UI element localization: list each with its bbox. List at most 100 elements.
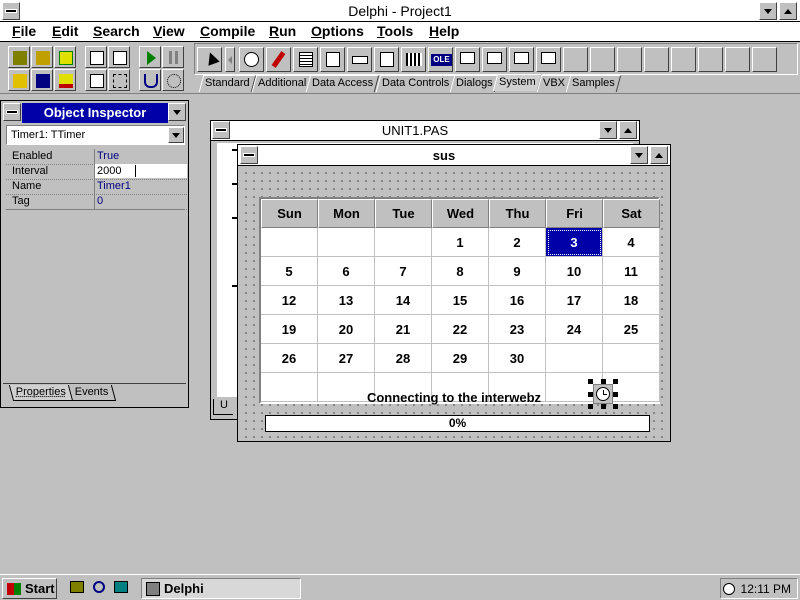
calendar-day-cell[interactable]: 10 bbox=[546, 257, 603, 286]
menu-tools[interactable]: Tools bbox=[377, 23, 413, 39]
selection-handle[interactable] bbox=[601, 404, 606, 409]
calendar-day-selected[interactable]: 3 bbox=[546, 228, 603, 257]
quicklaunch-search[interactable] bbox=[90, 578, 108, 596]
calendar-day-cell[interactable]: 13 bbox=[318, 286, 375, 315]
calendar-day-cell[interactable]: 18 bbox=[603, 286, 660, 315]
calendar-day-cell[interactable]: 27 bbox=[318, 344, 375, 373]
select-form-button[interactable] bbox=[108, 46, 130, 68]
form-design-surface[interactable]: Sun Mon Tue Wed Thu Fri Sat 1 2 3 4 5 6 … bbox=[240, 167, 668, 439]
calendar-day-cell[interactable]: 22 bbox=[432, 315, 489, 344]
selection-handle[interactable] bbox=[613, 392, 618, 397]
menu-help[interactable]: Help bbox=[429, 23, 459, 39]
menu-options[interactable]: Options bbox=[311, 23, 364, 39]
selection-handle[interactable] bbox=[613, 379, 618, 384]
trace-into-button[interactable] bbox=[162, 69, 184, 91]
calendar-day-cell[interactable] bbox=[603, 344, 660, 373]
calendar-day-cell[interactable] bbox=[546, 344, 603, 373]
calendar-day-cell[interactable]: 1 bbox=[432, 228, 489, 257]
calendar-day-cell[interactable]: 12 bbox=[261, 286, 318, 315]
selection-handle[interactable] bbox=[588, 379, 593, 384]
mediaplayer-component-button[interactable] bbox=[401, 47, 426, 72]
calendar-day-cell[interactable]: 29 bbox=[432, 344, 489, 373]
form-system-menu-button[interactable] bbox=[240, 146, 258, 164]
palette-tab-samples[interactable]: Samples bbox=[565, 75, 622, 92]
calendar-day-cell[interactable] bbox=[375, 228, 432, 257]
ddeserveritem-component-button[interactable] bbox=[536, 47, 561, 72]
selection-handle[interactable] bbox=[601, 379, 606, 384]
calendar-day-cell[interactable]: 5 bbox=[261, 257, 318, 286]
filtercombobox-component-button[interactable] bbox=[374, 47, 399, 72]
pause-button[interactable] bbox=[162, 46, 184, 68]
calendar-day-cell[interactable]: 19 bbox=[261, 315, 318, 344]
run-button[interactable] bbox=[139, 46, 161, 68]
menu-search[interactable]: Search bbox=[93, 23, 140, 39]
menu-compile[interactable]: Compile bbox=[200, 23, 255, 39]
calendar-day-cell[interactable]: 30 bbox=[489, 344, 546, 373]
directorylistbox-component-button[interactable] bbox=[320, 47, 345, 72]
timer-component[interactable] bbox=[588, 379, 618, 409]
selection-handle[interactable] bbox=[588, 404, 593, 409]
drivecombobox-component-button[interactable] bbox=[347, 47, 372, 72]
select-unit-button[interactable] bbox=[85, 46, 107, 68]
quicklaunch-explorer[interactable] bbox=[68, 578, 86, 596]
new-form-button[interactable] bbox=[108, 69, 130, 91]
menu-run[interactable]: Run bbox=[269, 23, 296, 39]
olecontainer-component-button[interactable]: OLE bbox=[428, 47, 453, 72]
editor-minimize-button[interactable] bbox=[599, 121, 617, 139]
calendar-day-cell[interactable]: 21 bbox=[375, 315, 432, 344]
open-file-button[interactable] bbox=[8, 69, 30, 91]
interval-edit-field[interactable]: 2000 bbox=[95, 164, 187, 178]
editor-tab-unit1[interactable]: U bbox=[213, 399, 233, 415]
calendar-day-cell[interactable]: 7 bbox=[375, 257, 432, 286]
palette-tab-additional[interactable]: Additional bbox=[251, 75, 313, 92]
palette-tab-system[interactable]: System bbox=[492, 74, 542, 91]
remove-file-button[interactable] bbox=[54, 69, 76, 91]
calendar-day-cell[interactable]: 20 bbox=[318, 315, 375, 344]
object-selector-dropdown-button[interactable] bbox=[168, 127, 184, 143]
ddeserverconv-component-button[interactable] bbox=[509, 47, 534, 72]
calendar-day-cell[interactable]: 8 bbox=[432, 257, 489, 286]
menu-view[interactable]: View bbox=[153, 23, 185, 39]
palette-tab-data-controls[interactable]: Data Controls bbox=[375, 75, 456, 92]
selection-handle[interactable] bbox=[613, 404, 618, 409]
property-row-interval[interactable]: Interval 2000 bbox=[6, 164, 187, 180]
calendar-day-cell[interactable]: 25 bbox=[603, 315, 660, 344]
taskbar-item-delphi[interactable]: Delphi bbox=[141, 578, 301, 599]
property-row-enabled[interactable]: Enabled True bbox=[6, 149, 187, 165]
maximize-button[interactable] bbox=[779, 2, 797, 20]
calendar-day-cell[interactable] bbox=[318, 228, 375, 257]
minimize-button[interactable] bbox=[759, 2, 777, 20]
paintbox-component-button[interactable] bbox=[266, 47, 291, 72]
step-over-button[interactable] bbox=[139, 69, 161, 91]
calendar-day-cell[interactable]: 11 bbox=[603, 257, 660, 286]
calendar-day-cell[interactable]: 14 bbox=[375, 286, 432, 315]
menu-edit[interactable]: Edit bbox=[52, 23, 78, 39]
save-all-button[interactable] bbox=[31, 46, 53, 68]
calendar-day-cell[interactable]: 24 bbox=[546, 315, 603, 344]
oi-system-menu-button[interactable] bbox=[3, 103, 21, 121]
ddeclientconv-component-button[interactable] bbox=[455, 47, 480, 72]
calendar-day-cell[interactable]: 6 bbox=[318, 257, 375, 286]
object-selector-combo[interactable]: Timer1: TTimer bbox=[6, 125, 185, 145]
oi-tab-properties[interactable]: Properties bbox=[8, 385, 74, 401]
start-button[interactable]: Start bbox=[2, 578, 57, 599]
calendar-day-cell[interactable]: 15 bbox=[432, 286, 489, 315]
calendar-day-cell[interactable]: 4 bbox=[603, 228, 660, 257]
toggle-form-unit-button[interactable] bbox=[85, 69, 107, 91]
calendar-day-cell[interactable]: 17 bbox=[546, 286, 603, 315]
calendar-day-cell[interactable]: 2 bbox=[489, 228, 546, 257]
oi-minimize-button[interactable] bbox=[168, 103, 186, 121]
editor-system-menu-button[interactable] bbox=[212, 121, 230, 139]
palette-scroll-left-button[interactable] bbox=[225, 47, 235, 72]
save-file-button[interactable] bbox=[31, 69, 53, 91]
palette-tab-data-access[interactable]: Data Access bbox=[305, 75, 380, 92]
property-row-name[interactable]: Name Timer1 bbox=[6, 179, 187, 195]
calendar-day-cell[interactable] bbox=[261, 228, 318, 257]
calendar-grid[interactable]: Sun Mon Tue Wed Thu Fri Sat 1 2 3 4 5 6 … bbox=[259, 197, 660, 404]
calendar-day-cell[interactable]: 26 bbox=[261, 344, 318, 373]
calendar-day-cell[interactable]: 16 bbox=[489, 286, 546, 315]
property-row-tag[interactable]: Tag 0 bbox=[6, 194, 187, 210]
calendar-day-cell[interactable]: 9 bbox=[489, 257, 546, 286]
menu-file[interactable]: File bbox=[12, 23, 36, 39]
selection-handle[interactable] bbox=[588, 392, 593, 397]
